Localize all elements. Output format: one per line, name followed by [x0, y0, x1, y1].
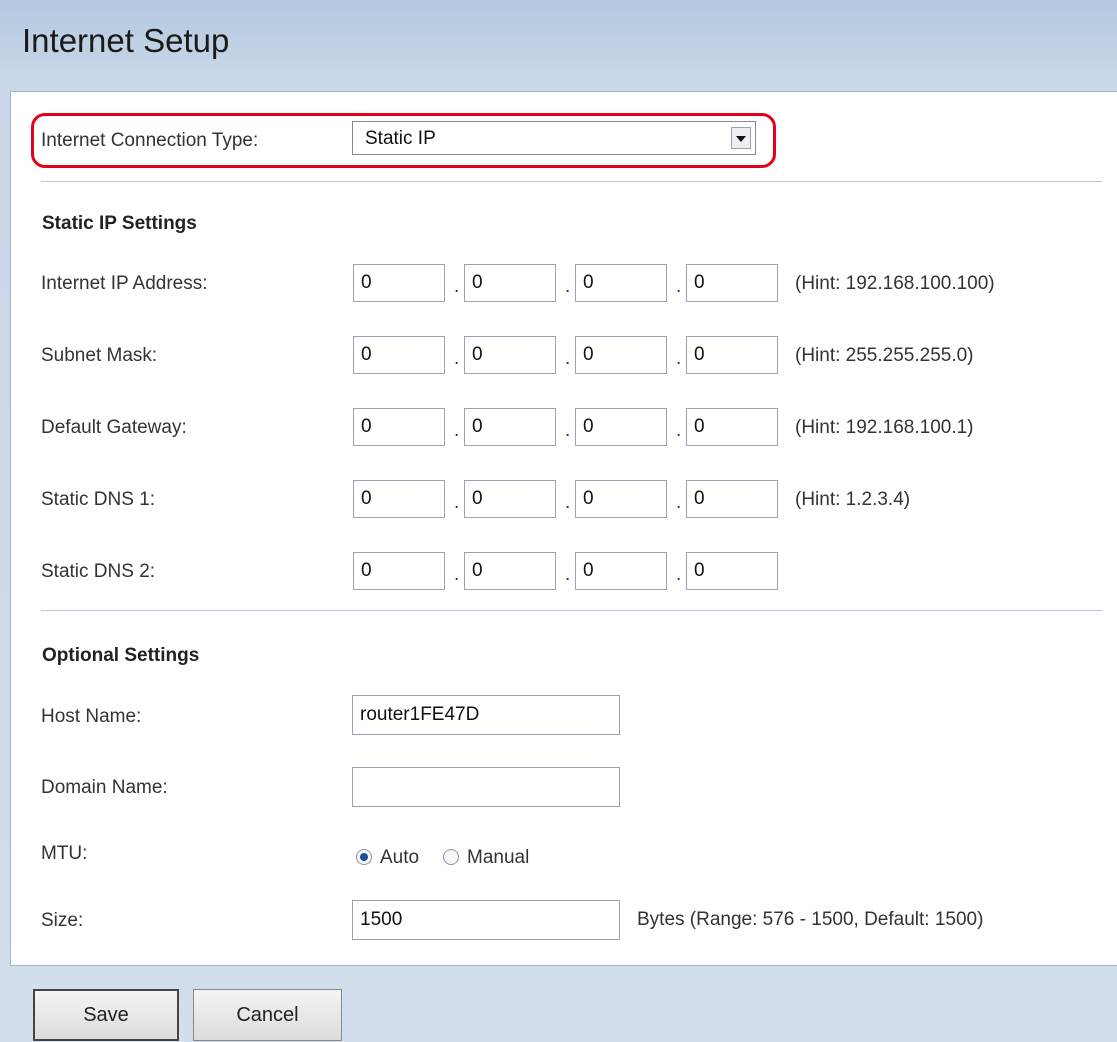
- ip-address-hint: (Hint: 192.168.100.100): [795, 273, 995, 294]
- ip-address-octet-4[interactable]: [686, 264, 778, 302]
- static-dns-2-octet-1[interactable]: [353, 552, 445, 590]
- size-input[interactable]: [352, 900, 620, 940]
- divider: [41, 181, 1102, 182]
- mtu-auto-radio[interactable]: [356, 849, 372, 865]
- subnet-mask-label: Subnet Mask:: [41, 345, 158, 366]
- default-gateway-octet-3[interactable]: [575, 408, 667, 446]
- default-gateway-hint: (Hint: 192.168.100.1): [795, 417, 974, 438]
- size-range-note: Bytes (Range: 576 - 1500, Default: 1500): [637, 909, 984, 930]
- settings-panel: Internet Connection Type: Static IP Stat…: [10, 91, 1117, 966]
- page-title: Internet Setup: [22, 22, 230, 59]
- ip-address-label: Internet IP Address:: [41, 273, 208, 294]
- subnet-mask-octet-3[interactable]: [575, 336, 667, 374]
- size-label: Size:: [41, 910, 84, 931]
- default-gateway-octet-2[interactable]: [464, 408, 556, 446]
- mtu-auto-label[interactable]: Auto: [380, 847, 419, 869]
- octet-separator: .: [565, 276, 571, 297]
- octet-separator: .: [676, 276, 682, 297]
- static-dns-1-octet-2[interactable]: [464, 480, 556, 518]
- chevron-down-icon[interactable]: [731, 127, 751, 149]
- static-dns-2-label: Static DNS 2:: [41, 561, 156, 582]
- ip-address-octet-1[interactable]: [353, 264, 445, 302]
- octet-separator: .: [676, 564, 682, 585]
- octet-separator: .: [454, 492, 460, 513]
- cancel-button[interactable]: Cancel: [193, 989, 342, 1041]
- mtu-manual-label[interactable]: Manual: [467, 847, 529, 869]
- static-dns-2-octet-2[interactable]: [464, 552, 556, 590]
- divider: [41, 610, 1102, 611]
- host-name-label: Host Name:: [41, 706, 142, 727]
- octet-separator: .: [454, 276, 460, 297]
- octet-separator: .: [565, 564, 571, 585]
- default-gateway-octet-4[interactable]: [686, 408, 778, 446]
- subnet-mask-octet-2[interactable]: [464, 336, 556, 374]
- static-dns-1-octet-4[interactable]: [686, 480, 778, 518]
- static-dns-2-octet-4[interactable]: [686, 552, 778, 590]
- octet-separator: .: [454, 420, 460, 441]
- octet-separator: .: [676, 348, 682, 369]
- subnet-mask-octet-1[interactable]: [353, 336, 445, 374]
- octet-separator: .: [454, 564, 460, 585]
- octet-separator: .: [676, 420, 682, 441]
- connection-type-value: Static IP: [365, 128, 436, 149]
- ip-address-octet-3[interactable]: [575, 264, 667, 302]
- connection-type-select[interactable]: Static IP: [352, 121, 756, 155]
- mtu-manual-radio[interactable]: [443, 849, 459, 865]
- connection-type-label: Internet Connection Type:: [41, 130, 259, 151]
- default-gateway-label: Default Gateway:: [41, 417, 187, 438]
- static-dns-1-label: Static DNS 1:: [41, 489, 156, 510]
- static-dns-2-octet-3[interactable]: [575, 552, 667, 590]
- subnet-mask-octet-4[interactable]: [686, 336, 778, 374]
- mtu-label: MTU:: [41, 843, 88, 864]
- optional-section-title: Optional Settings: [42, 645, 200, 666]
- save-button[interactable]: Save: [33, 989, 179, 1041]
- default-gateway-octet-1[interactable]: [353, 408, 445, 446]
- octet-separator: .: [676, 492, 682, 513]
- static-dns-1-hint: (Hint: 1.2.3.4): [795, 489, 911, 510]
- octet-separator: .: [565, 420, 571, 441]
- octet-separator: .: [565, 492, 571, 513]
- static-dns-1-octet-3[interactable]: [575, 480, 667, 518]
- octet-separator: .: [565, 348, 571, 369]
- static-ip-section-title: Static IP Settings: [42, 213, 197, 234]
- static-dns-1-octet-1[interactable]: [353, 480, 445, 518]
- subnet-mask-hint: (Hint: 255.255.255.0): [795, 345, 974, 366]
- ip-address-octet-2[interactable]: [464, 264, 556, 302]
- domain-name-input[interactable]: [352, 767, 620, 807]
- domain-name-label: Domain Name:: [41, 777, 168, 798]
- octet-separator: .: [454, 348, 460, 369]
- host-name-input[interactable]: [352, 695, 620, 735]
